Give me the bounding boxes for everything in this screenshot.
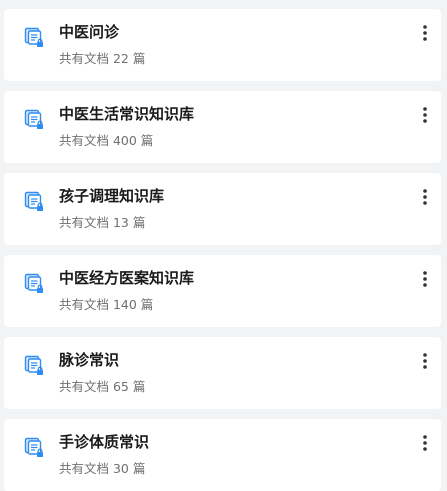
knowledge-base-lock-icon xyxy=(24,273,46,295)
more-options-icon[interactable] xyxy=(417,103,433,127)
document-count: 共有文档 140 篇 xyxy=(59,297,154,312)
knowledge-base-lock-icon xyxy=(24,355,46,377)
knowledge-base-title: 手诊体质常识 xyxy=(59,433,150,451)
knowledge-base-lock-icon xyxy=(24,27,46,49)
more-options-icon[interactable] xyxy=(417,267,433,291)
knowledge-base-title: 孩子调理知识库 xyxy=(59,187,165,205)
knowledge-base-lock-icon xyxy=(24,437,46,459)
knowledge-base-lock-icon xyxy=(24,191,46,213)
more-options-icon[interactable] xyxy=(417,21,433,45)
knowledge-base-title: 中医问诊 xyxy=(59,23,120,41)
knowledge-base-card[interactable]: 手诊体质常识 共有文档 30 篇 xyxy=(4,419,441,491)
knowledge-base-card[interactable]: 中医经方医案知识库 共有文档 140 篇 xyxy=(4,255,441,327)
knowledge-base-lock-icon xyxy=(24,109,46,131)
knowledge-base-title: 中医生活常识知识库 xyxy=(59,105,195,123)
knowledge-base-card[interactable]: 中医生活常识知识库 共有文档 400 篇 xyxy=(4,91,441,163)
document-count: 共有文档 22 篇 xyxy=(59,51,146,66)
more-options-icon[interactable] xyxy=(417,431,433,455)
more-options-icon[interactable] xyxy=(417,185,433,209)
knowledge-base-title: 脉诊常识 xyxy=(59,351,120,369)
more-options-icon[interactable] xyxy=(417,349,433,373)
knowledge-base-title: 中医经方医案知识库 xyxy=(59,269,195,287)
document-count: 共有文档 400 篇 xyxy=(59,133,154,148)
knowledge-base-card[interactable]: 脉诊常识 共有文档 65 篇 xyxy=(4,337,441,409)
document-count: 共有文档 65 篇 xyxy=(59,379,146,394)
knowledge-base-card[interactable]: 孩子调理知识库 共有文档 13 篇 xyxy=(4,173,441,245)
document-count: 共有文档 30 篇 xyxy=(59,461,146,476)
knowledge-base-card[interactable]: 中医问诊 共有文档 22 篇 xyxy=(4,9,441,81)
knowledge-base-list: 中医问诊 共有文档 22 篇 中医生活常识知识库 共有文档 400 篇 孩子调理… xyxy=(4,9,441,491)
document-count: 共有文档 13 篇 xyxy=(59,215,146,230)
